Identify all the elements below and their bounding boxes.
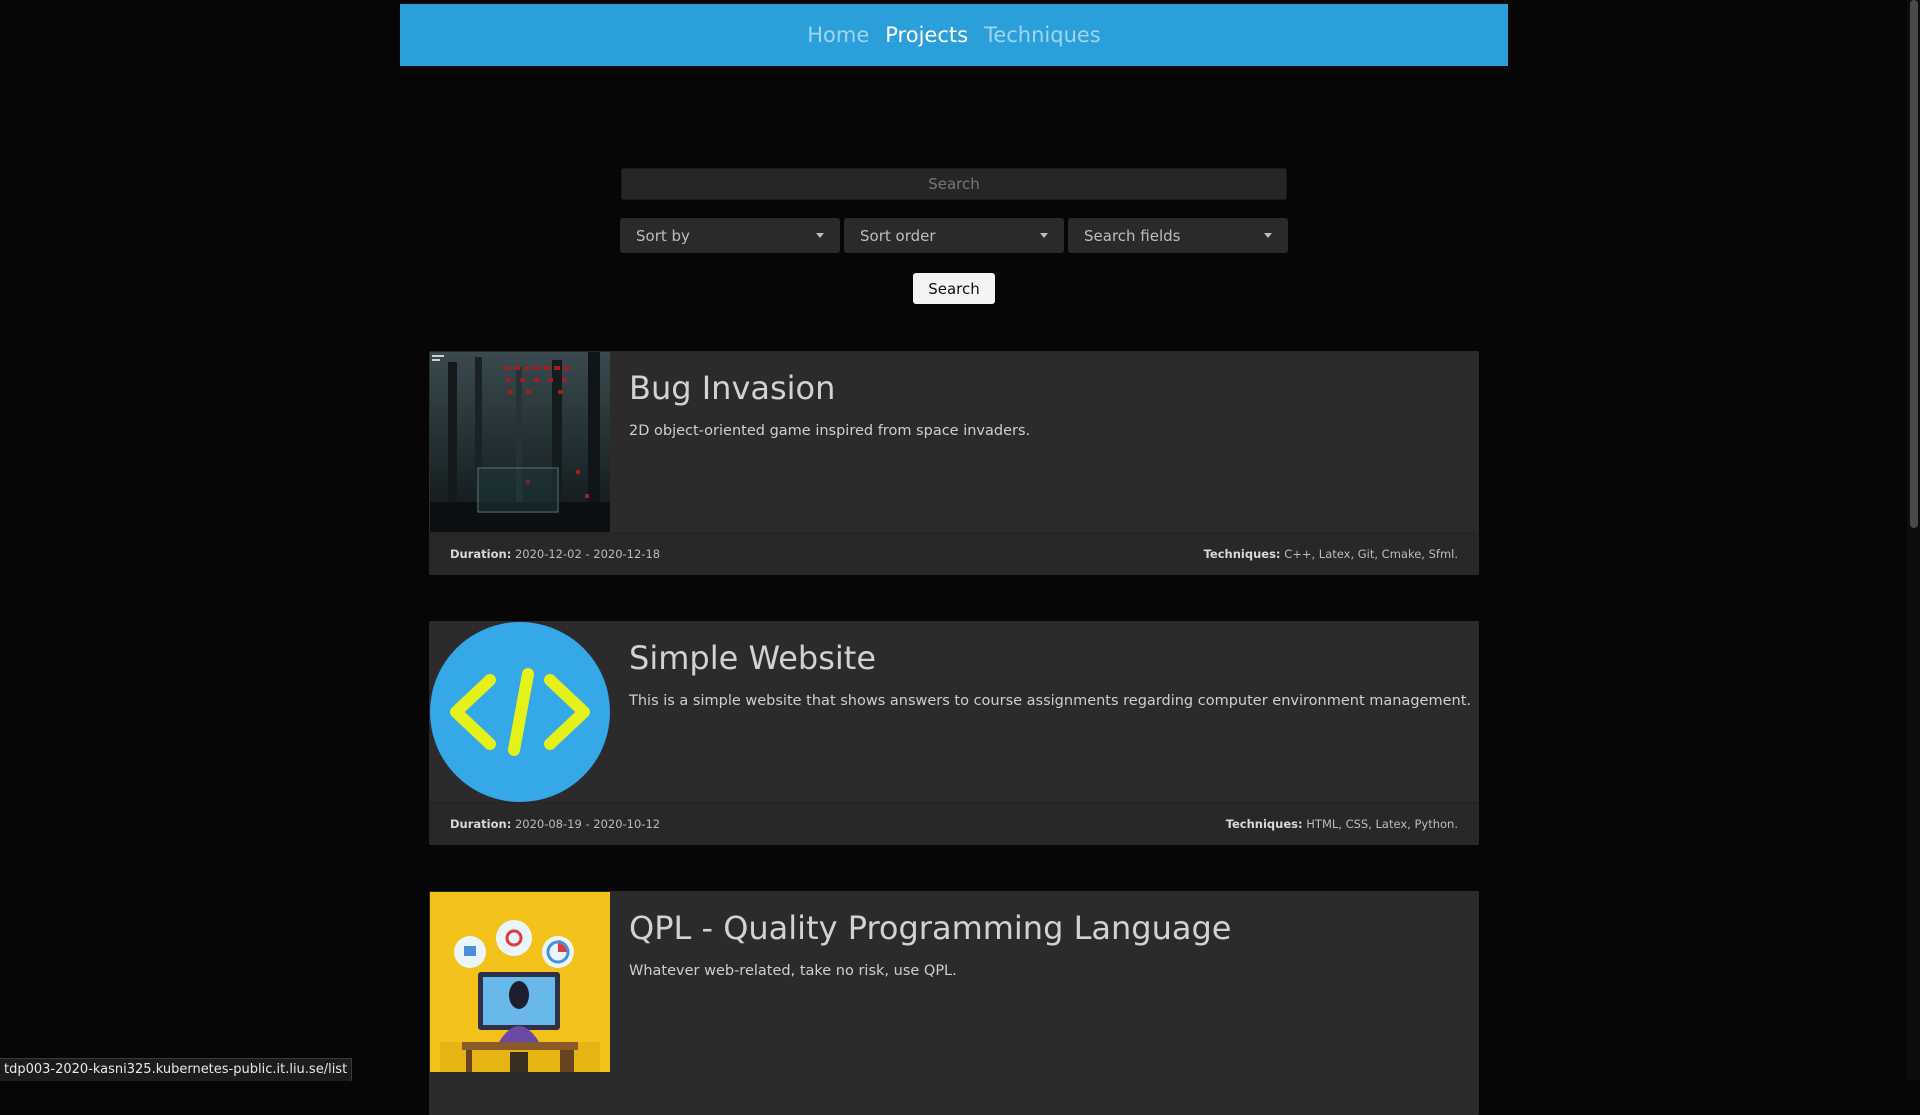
scrollbar-thumb[interactable] <box>1910 0 1918 528</box>
sort-order-label: Sort order <box>860 226 936 245</box>
project-description: 2D object-oriented game inspired from sp… <box>629 423 1031 439</box>
code-brackets-image[interactable] <box>430 622 610 802</box>
caret-down-icon <box>816 233 824 238</box>
nav-techniques-link[interactable]: Techniques <box>984 23 1101 47</box>
sort-by-label: Sort by <box>636 226 690 245</box>
search-fields-dropdown[interactable]: Search fields <box>1068 218 1288 253</box>
search-fields-label: Search fields <box>1084 226 1181 245</box>
project-title[interactable]: QPL - Quality Programming Language <box>629 909 1231 947</box>
page-scrollbar[interactable] <box>1907 0 1920 1080</box>
search-button[interactable]: Search <box>913 273 995 304</box>
project-title[interactable]: Simple Website <box>629 639 876 677</box>
project-duration: Duration: 2020-12-02 - 2020-12-18 <box>450 547 660 561</box>
duration-value: 2020-08-19 - 2020-10-12 <box>514 817 661 831</box>
techniques-label: Techniques: <box>1203 547 1281 561</box>
caret-down-icon <box>1264 233 1272 238</box>
top-navbar: Home Projects Techniques <box>400 4 1508 66</box>
project-footer: Duration: 2020-08-19 - 2020-10-12 Techni… <box>429 802 1479 845</box>
project-description: Whatever web-related, take no risk, use … <box>629 963 957 979</box>
techniques-value: HTML, CSS, Latex, Python. <box>1306 817 1458 831</box>
search-input[interactable] <box>621 168 1287 200</box>
programmer-illustration-image[interactable] <box>430 892 610 1072</box>
game-screenshot-image[interactable] <box>430 352 610 532</box>
project-duration: Duration: 2020-08-19 - 2020-10-12 <box>450 817 660 831</box>
sort-by-dropdown[interactable]: Sort by <box>620 218 840 253</box>
project-techniques: Techniques: HTML, CSS, Latex, Python. <box>1226 817 1458 831</box>
project-card-qpl[interactable]: QPL - Quality Programming Language Whate… <box>429 891 1479 1115</box>
techniques-value: C++, Latex, Git, Cmake, Sfml. <box>1284 547 1458 561</box>
caret-down-icon <box>1040 233 1048 238</box>
project-techniques: Techniques: C++, Latex, Git, Cmake, Sfml… <box>1204 547 1458 561</box>
nav-home-link[interactable]: Home <box>807 23 869 47</box>
project-card-simple-website[interactable]: Simple Website This is a simple website … <box>429 621 1479 845</box>
techniques-label: Techniques: <box>1225 817 1303 831</box>
nav-projects-link[interactable]: Projects <box>885 23 968 47</box>
project-footer: Duration: 2020-12-02 - 2020-12-18 Techni… <box>429 532 1479 575</box>
project-title[interactable]: Bug Invasion <box>629 369 835 407</box>
duration-label: Duration: <box>450 547 512 561</box>
sort-order-dropdown[interactable]: Sort order <box>844 218 1064 253</box>
project-description: This is a simple website that shows answ… <box>629 693 1471 709</box>
duration-value: 2020-12-02 - 2020-12-18 <box>514 547 661 561</box>
project-card-bug-invasion[interactable]: Bug Invasion 2D object-oriented game ins… <box>429 351 1479 575</box>
status-bar-url: tdp003-2020-kasni325.kubernetes-public.i… <box>0 1058 353 1081</box>
duration-label: Duration: <box>450 817 512 831</box>
